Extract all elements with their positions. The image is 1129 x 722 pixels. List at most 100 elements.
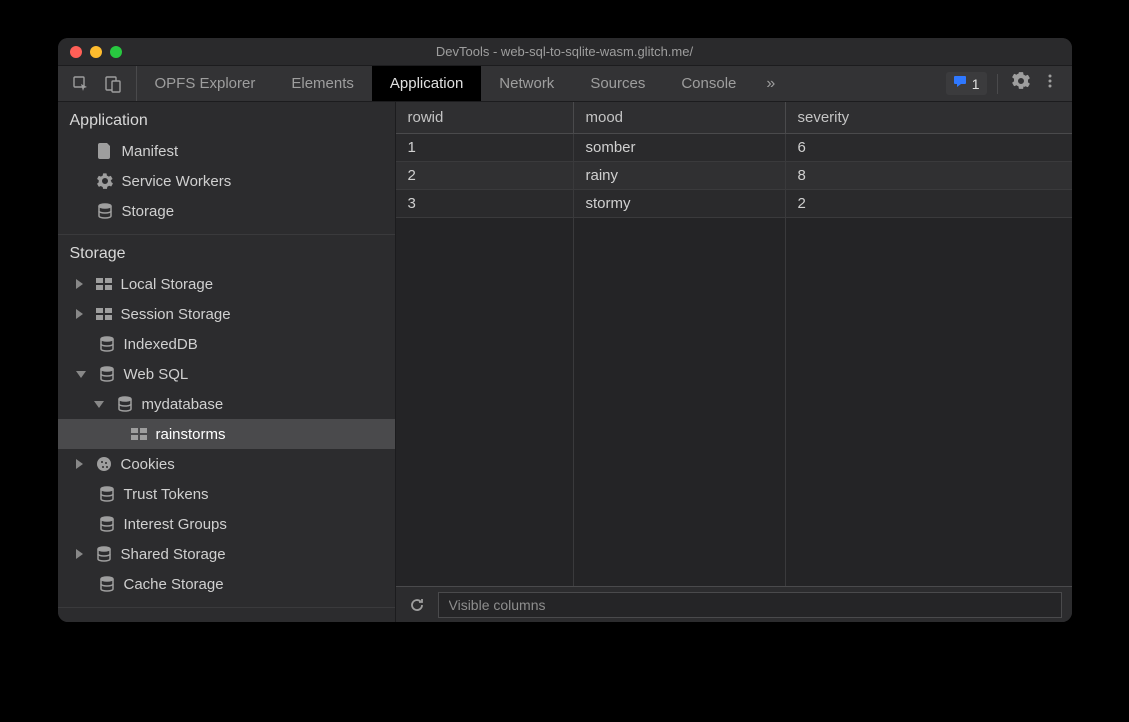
database-icon [116,395,134,413]
sidebar-item-label: Shared Storage [121,546,226,563]
refresh-button[interactable] [406,594,428,616]
sidebar-item-storage[interactable]: Storage [58,196,395,226]
tab-console[interactable]: Console [663,66,754,101]
tab-elements[interactable]: Elements [273,66,372,101]
table-body: 1 somber 6 2 rainy 8 3 stormy 2 [396,134,1072,218]
sidebar: Application Manifest Service Workers [58,102,396,622]
sidebar-section-application: Application Manifest Service Workers [58,102,395,235]
devtools-window: DevTools - web-sql-to-sqlite-wasm.glitch… [58,38,1072,622]
toolbar-tabs: OPFS Explorer Elements Application Netwo… [137,66,936,101]
arrow-spacer [76,489,86,499]
table-icon [130,425,148,443]
tab-sources[interactable]: Sources [572,66,663,101]
column-header-rowid[interactable]: rowid [396,102,574,133]
cell-rowid: 1 [396,134,574,161]
sidebar-item-trust-tokens[interactable]: Trust Tokens [58,479,395,509]
section-header-storage: Storage [58,235,395,269]
database-icon [98,515,116,533]
database-icon [98,485,116,503]
tabs-overflow[interactable]: » [754,66,787,101]
database-icon [95,545,113,563]
data-table: rowid mood severity 1 somber 6 2 rainy 8 [396,102,1072,586]
divider [997,74,998,94]
chevron-down-icon [94,401,104,408]
cell-severity: 8 [786,162,1072,189]
table-header: rowid mood severity [396,102,1072,134]
sidebar-item-web-sql[interactable]: Web SQL [58,359,395,389]
sidebar-item-label: Service Workers [122,173,232,190]
tab-application[interactable]: Application [372,66,481,101]
table-row[interactable]: 3 stormy 2 [396,190,1072,218]
sidebar-item-mydatabase[interactable]: mydatabase [58,389,395,419]
sidebar-item-label: Cookies [121,456,175,473]
cell-severity: 6 [786,134,1072,161]
arrow-spacer [76,519,86,529]
inspect-icon[interactable] [72,75,90,93]
arrow-spacer [76,339,86,349]
table-fill [396,218,1072,586]
sidebar-item-label: Trust Tokens [124,486,209,503]
bottom-bar [396,586,1072,622]
column-header-severity[interactable]: severity [786,102,1072,133]
issues-count: 1 [972,76,980,92]
chevron-right-icon [76,459,83,469]
sidebar-item-cookies[interactable]: Cookies [58,449,395,479]
chevron-down-icon [76,371,86,378]
sidebar-item-label: IndexedDB [124,336,198,353]
gear-icon [96,172,114,190]
chevron-right-icon [76,279,83,289]
sidebar-item-service-workers[interactable]: Service Workers [58,166,395,196]
cell-mood: rainy [574,162,786,189]
sidebar-item-rainstorms[interactable]: rainstorms [58,419,395,449]
filter-input[interactable] [438,592,1062,618]
sidebar-item-manifest[interactable]: Manifest [58,136,395,166]
cell-mood: stormy [574,190,786,217]
sidebar-item-interest-groups[interactable]: Interest Groups [58,509,395,539]
database-icon [96,202,114,220]
column-header-mood[interactable]: mood [574,102,786,133]
file-icon [96,142,114,160]
toolbar-right: 1 [936,66,1072,101]
window-title: DevTools - web-sql-to-sqlite-wasm.glitch… [58,44,1072,59]
content-panel: rowid mood severity 1 somber 6 2 rainy 8 [396,102,1072,622]
tab-network[interactable]: Network [481,66,572,101]
table-row[interactable]: 1 somber 6 [396,134,1072,162]
sidebar-item-label: Manifest [122,143,179,160]
table-icon [95,305,113,323]
sidebar-item-label: rainstorms [156,426,226,443]
arrow-spacer [76,579,86,589]
database-icon [98,365,116,383]
cell-severity: 2 [786,190,1072,217]
sidebar-item-label: Storage [122,203,175,220]
settings-icon[interactable] [1008,68,1034,99]
sidebar-item-indexeddb[interactable]: IndexedDB [58,329,395,359]
tab-opfs-explorer[interactable]: OPFS Explorer [137,66,274,101]
sidebar-item-shared-storage[interactable]: Shared Storage [58,539,395,569]
chevron-right-icon [76,309,83,319]
sidebar-item-label: Web SQL [124,366,189,383]
main-area: Application Manifest Service Workers [58,102,1072,622]
sidebar-item-session-storage[interactable]: Session Storage [58,299,395,329]
issues-badge[interactable]: 1 [946,72,987,95]
cookie-icon [95,455,113,473]
sidebar-item-label: mydatabase [142,396,224,413]
device-toggle-icon[interactable] [104,75,122,93]
cell-mood: somber [574,134,786,161]
toolbar: OPFS Explorer Elements Application Netwo… [58,66,1072,102]
toolbar-left [58,66,137,101]
section-header-application: Application [58,102,395,136]
sidebar-item-label: Interest Groups [124,516,227,533]
kebab-menu-icon[interactable] [1038,69,1062,98]
cell-rowid: 2 [396,162,574,189]
sidebar-item-cache-storage[interactable]: Cache Storage [58,569,395,599]
cell-rowid: 3 [396,190,574,217]
database-icon [98,335,116,353]
sidebar-item-label: Local Storage [121,276,214,293]
chevron-right-icon [76,549,83,559]
sidebar-item-label: Session Storage [121,306,231,323]
sidebar-section-storage: Storage Local Storage Session Storage [58,235,395,608]
table-row[interactable]: 2 rainy 8 [396,162,1072,190]
sidebar-item-local-storage[interactable]: Local Storage [58,269,395,299]
titlebar: DevTools - web-sql-to-sqlite-wasm.glitch… [58,38,1072,66]
table-icon [95,275,113,293]
